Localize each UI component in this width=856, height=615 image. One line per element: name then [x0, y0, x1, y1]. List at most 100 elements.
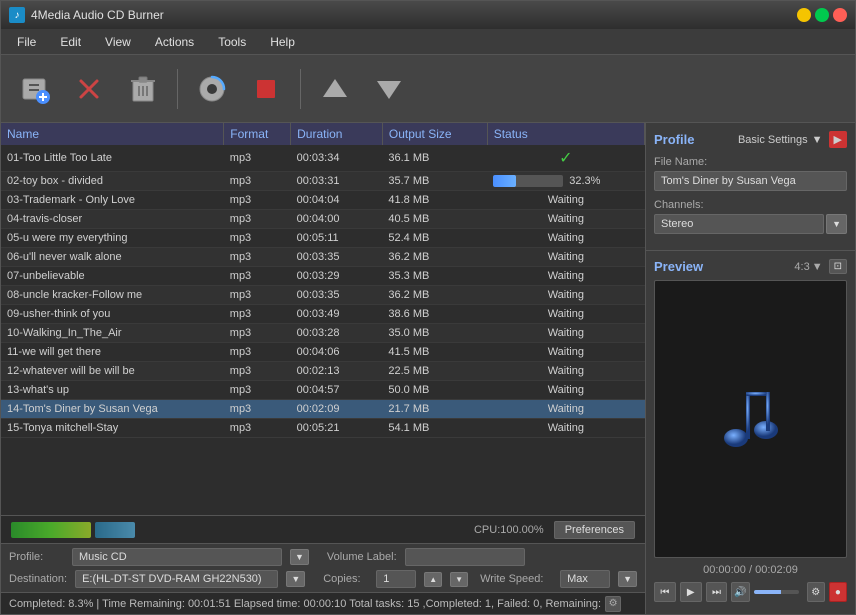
- table-row[interactable]: 12-whatever will be will bemp300:02:1322…: [1, 362, 645, 381]
- window-controls: [797, 8, 847, 22]
- cell-duration: 00:04:04: [291, 191, 383, 210]
- table-row[interactable]: 14-Tom's Diner by Susan Vegamp300:02:092…: [1, 400, 645, 419]
- progress-bar-fill: [493, 175, 516, 187]
- status-bar: Completed: 8.3% | Time Remaining: 00:01:…: [1, 592, 645, 614]
- cell-duration: 00:02:09: [291, 400, 383, 419]
- preview-expand-button[interactable]: ⊡: [829, 259, 847, 274]
- copies-down-button[interactable]: ▼: [450, 572, 468, 587]
- profile-header: Profile Basic Settings ▼ ▶: [654, 131, 847, 148]
- table-footer: CPU:100.00% Preferences: [1, 515, 645, 543]
- profile-dropdown-button[interactable]: ▼: [290, 549, 309, 565]
- channels-dropdown-button[interactable]: ▼: [826, 214, 847, 234]
- cell-name: 02-toy box - divided: [1, 172, 224, 191]
- cell-name: 03-Trademark - Only Love: [1, 191, 224, 210]
- table-row[interactable]: 08-uncle kracker-Follow memp300:03:3536.…: [1, 286, 645, 305]
- table-row[interactable]: 11-we will get theremp300:04:0641.5 MBWa…: [1, 343, 645, 362]
- cell-status: Waiting: [487, 305, 644, 324]
- destination-input[interactable]: [75, 570, 278, 588]
- col-header-name[interactable]: Name: [1, 123, 224, 145]
- cell-duration: 00:05:21: [291, 419, 383, 438]
- cell-duration: 00:05:11: [291, 229, 383, 248]
- cell-duration: 00:02:13: [291, 362, 383, 381]
- destination-label: Destination:: [9, 573, 67, 585]
- cell-duration: 00:04:57: [291, 381, 383, 400]
- volume-label-input[interactable]: [405, 548, 525, 566]
- settings-dropdown-icon: ▼: [812, 134, 823, 146]
- settings-nav-button[interactable]: ⚙: [807, 582, 825, 602]
- cell-size: 38.6 MB: [382, 305, 487, 324]
- close-button[interactable]: [833, 8, 847, 22]
- delete-button[interactable]: [119, 63, 167, 115]
- cell-format: mp3: [224, 305, 291, 324]
- minimize-button[interactable]: [797, 8, 811, 22]
- col-header-size[interactable]: Output Size: [382, 123, 487, 145]
- table-row[interactable]: 05-u were my everythingmp300:05:1152.4 M…: [1, 229, 645, 248]
- maximize-button[interactable]: [815, 8, 829, 22]
- col-header-format[interactable]: Format: [224, 123, 291, 145]
- cell-format: mp3: [224, 210, 291, 229]
- table-row[interactable]: 09-usher-think of yoump300:03:4938.6 MBW…: [1, 305, 645, 324]
- cell-duration: 00:03:49: [291, 305, 383, 324]
- copies-input[interactable]: [376, 570, 416, 588]
- track-table[interactable]: Name Format Duration Output Size Status …: [1, 123, 645, 515]
- copies-up-button[interactable]: ▲: [424, 572, 442, 587]
- table-row[interactable]: 01-Too Little Too Latemp300:03:3436.1 MB…: [1, 145, 645, 172]
- volume-bar[interactable]: [754, 590, 799, 594]
- status-waiting-label: Waiting: [548, 422, 584, 434]
- cancel-button[interactable]: [65, 63, 113, 115]
- table-row[interactable]: 15-Tonya mitchell-Staymp300:05:2154.1 MB…: [1, 419, 645, 438]
- move-down-button[interactable]: [365, 63, 413, 115]
- basic-settings-button[interactable]: Basic Settings ▼ ▶: [738, 131, 847, 148]
- progress-percent: 32.3%: [569, 175, 600, 187]
- cell-format: mp3: [224, 248, 291, 267]
- cell-duration: 00:04:06: [291, 343, 383, 362]
- table-row[interactable]: 02-toy box - dividedmp300:03:3135.7 MB 3…: [1, 172, 645, 191]
- col-header-status[interactable]: Status: [487, 123, 644, 145]
- player-volume-button[interactable]: 🔊: [731, 582, 749, 602]
- add-button[interactable]: [11, 63, 59, 115]
- cell-name: 04-travis-closer: [1, 210, 224, 229]
- table-row[interactable]: 04-travis-closermp300:04:0040.5 MBWaitin…: [1, 210, 645, 229]
- time-display: 00:00:00 / 00:02:09: [654, 564, 847, 576]
- table-row[interactable]: 10-Walking_In_The_Airmp300:03:2835.0 MBW…: [1, 324, 645, 343]
- cell-name: 09-usher-think of you: [1, 305, 224, 324]
- cell-size: 41.5 MB: [382, 343, 487, 362]
- stop-button[interactable]: [242, 63, 290, 115]
- col-header-duration[interactable]: Duration: [291, 123, 383, 145]
- status-done-icon: ✓: [559, 150, 572, 167]
- menu-actions[interactable]: Actions: [143, 32, 206, 52]
- menu-help[interactable]: Help: [258, 32, 307, 52]
- file-name-value: Tom's Diner by Susan Vega: [654, 171, 847, 191]
- player-next-button[interactable]: ⏭: [706, 582, 728, 602]
- right-panel: Profile Basic Settings ▼ ▶ File Name: To…: [645, 123, 855, 614]
- destination-dropdown-button[interactable]: ▼: [286, 571, 305, 587]
- settings-icon: ▶: [829, 131, 847, 148]
- table-row[interactable]: 06-u'll never walk alonemp300:03:3536.2 …: [1, 248, 645, 267]
- cell-size: 36.2 MB: [382, 248, 487, 267]
- menu-edit[interactable]: Edit: [48, 32, 93, 52]
- player-prev-button[interactable]: ⏮: [654, 582, 676, 602]
- player-play-button[interactable]: ▶: [680, 582, 702, 602]
- profile-input[interactable]: [72, 548, 282, 566]
- cell-name: 10-Walking_In_The_Air: [1, 324, 224, 343]
- cell-status: Waiting: [487, 400, 644, 419]
- record-button[interactable]: ●: [829, 582, 847, 602]
- write-speed-dropdown-button[interactable]: ▼: [618, 571, 637, 587]
- menu-file[interactable]: File: [5, 32, 48, 52]
- preferences-button[interactable]: Preferences: [554, 521, 635, 539]
- menu-tools[interactable]: Tools: [206, 32, 258, 52]
- profile-label: Profile:: [9, 551, 64, 563]
- table-row[interactable]: 07-unbelievablemp300:03:2935.3 MBWaiting: [1, 267, 645, 286]
- table-row[interactable]: 13-what's upmp300:04:5750.0 MBWaiting: [1, 381, 645, 400]
- track-table-body: 01-Too Little Too Latemp300:03:3436.1 MB…: [1, 145, 645, 438]
- convert-button[interactable]: [188, 63, 236, 115]
- status-icon[interactable]: ⚙: [605, 596, 621, 612]
- profile-row: Profile: ▼ Volume Label:: [9, 548, 637, 566]
- cell-status: ✓: [487, 145, 644, 172]
- menu-view[interactable]: View: [93, 32, 143, 52]
- cell-status: Waiting: [487, 419, 644, 438]
- menu-bar: File Edit View Actions Tools Help: [1, 29, 855, 55]
- table-row[interactable]: 03-Trademark - Only Lovemp300:04:0441.8 …: [1, 191, 645, 210]
- write-speed-input[interactable]: [560, 570, 610, 588]
- move-up-button[interactable]: [311, 63, 359, 115]
